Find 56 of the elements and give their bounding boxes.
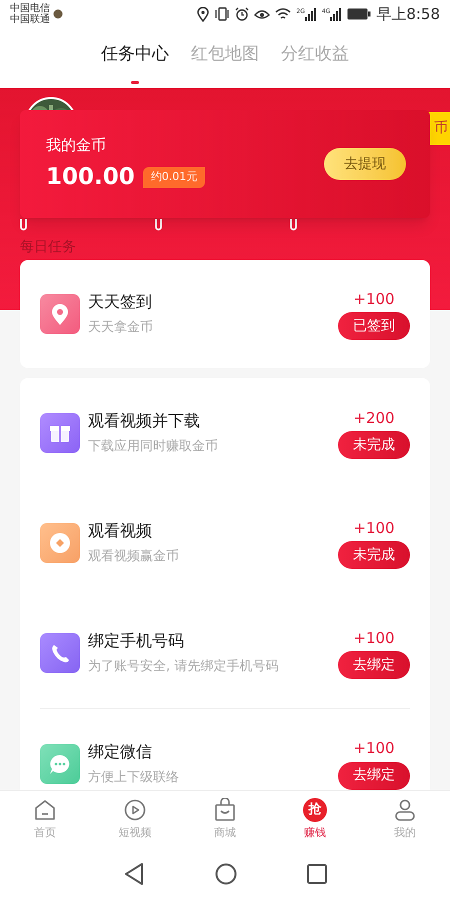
task-title: 观看视频并下载	[88, 410, 201, 432]
reward-amount: +100	[353, 518, 395, 539]
task-button[interactable]: 未完成	[338, 431, 410, 460]
task-button[interactable]: 未完成	[338, 541, 410, 570]
hook-icon	[20, 219, 27, 231]
location-icon	[197, 6, 210, 22]
section-title: 每日任务	[20, 238, 77, 257]
coin-amount: 100.00	[46, 163, 135, 192]
home-icon[interactable]	[215, 863, 237, 885]
location-pin-icon	[40, 294, 80, 334]
notification-icon	[53, 9, 63, 19]
task-button[interactable]: 已签到	[338, 312, 410, 340]
task-description: 方便上下级联络	[88, 768, 179, 787]
withdraw-button[interactable]: 去提现	[324, 148, 406, 180]
task-description: 观看视频赢金币	[88, 548, 179, 566]
carrier-name: 中国电信	[10, 3, 50, 14]
task-title: 天天签到	[88, 291, 153, 314]
task-button[interactable]: 去绑定	[338, 762, 410, 790]
signal-icon	[330, 8, 342, 20]
gift-icon	[40, 413, 80, 453]
wifi-icon	[275, 8, 292, 20]
hook-icon	[155, 219, 162, 231]
task-description: 下载应用同时赚取金币	[88, 438, 218, 456]
task-title: 绑定手机号码	[88, 630, 185, 652]
task-title: 绑定微信	[88, 740, 153, 763]
nav-item[interactable]: 抢 赚钱	[270, 791, 360, 848]
task-title: 观看视频	[88, 520, 153, 542]
battery-icon	[347, 8, 372, 20]
hook-icon	[290, 219, 297, 231]
alarm-icon	[235, 7, 250, 21]
estimate-badge: 约0.01元	[142, 167, 206, 188]
reward-amount: +100	[353, 628, 395, 649]
recents-icon[interactable]	[307, 864, 327, 884]
back-icon[interactable]	[123, 862, 145, 886]
badge-icon: 抢	[303, 798, 327, 822]
home-icon	[33, 798, 57, 822]
card-title: 我的金币	[46, 134, 107, 156]
person-icon	[393, 798, 417, 822]
phone-icon	[40, 633, 80, 673]
coin-icon	[40, 523, 80, 563]
chat-bubble-icon	[40, 744, 80, 784]
clock-time: 早上8:58	[376, 4, 440, 25]
coin-label: 币	[434, 119, 448, 138]
nav-item[interactable]: 短视频	[90, 791, 180, 848]
carrier-name: 中国联通	[10, 14, 50, 25]
shopping-bag-icon	[213, 798, 237, 822]
task-description: 为了账号安全, 请先绑定手机号码	[88, 658, 278, 676]
play-icon	[123, 798, 147, 822]
task-description: 天天拿金币	[88, 319, 153, 338]
task-button[interactable]: 去绑定	[338, 651, 410, 680]
vibrate-icon	[214, 7, 230, 21]
reward-amount: +100	[353, 738, 395, 760]
reward-amount: +200	[353, 408, 395, 429]
reward-amount: +100	[353, 288, 395, 310]
tab[interactable]: 任务中心	[101, 42, 169, 84]
signal-icon	[304, 8, 317, 20]
